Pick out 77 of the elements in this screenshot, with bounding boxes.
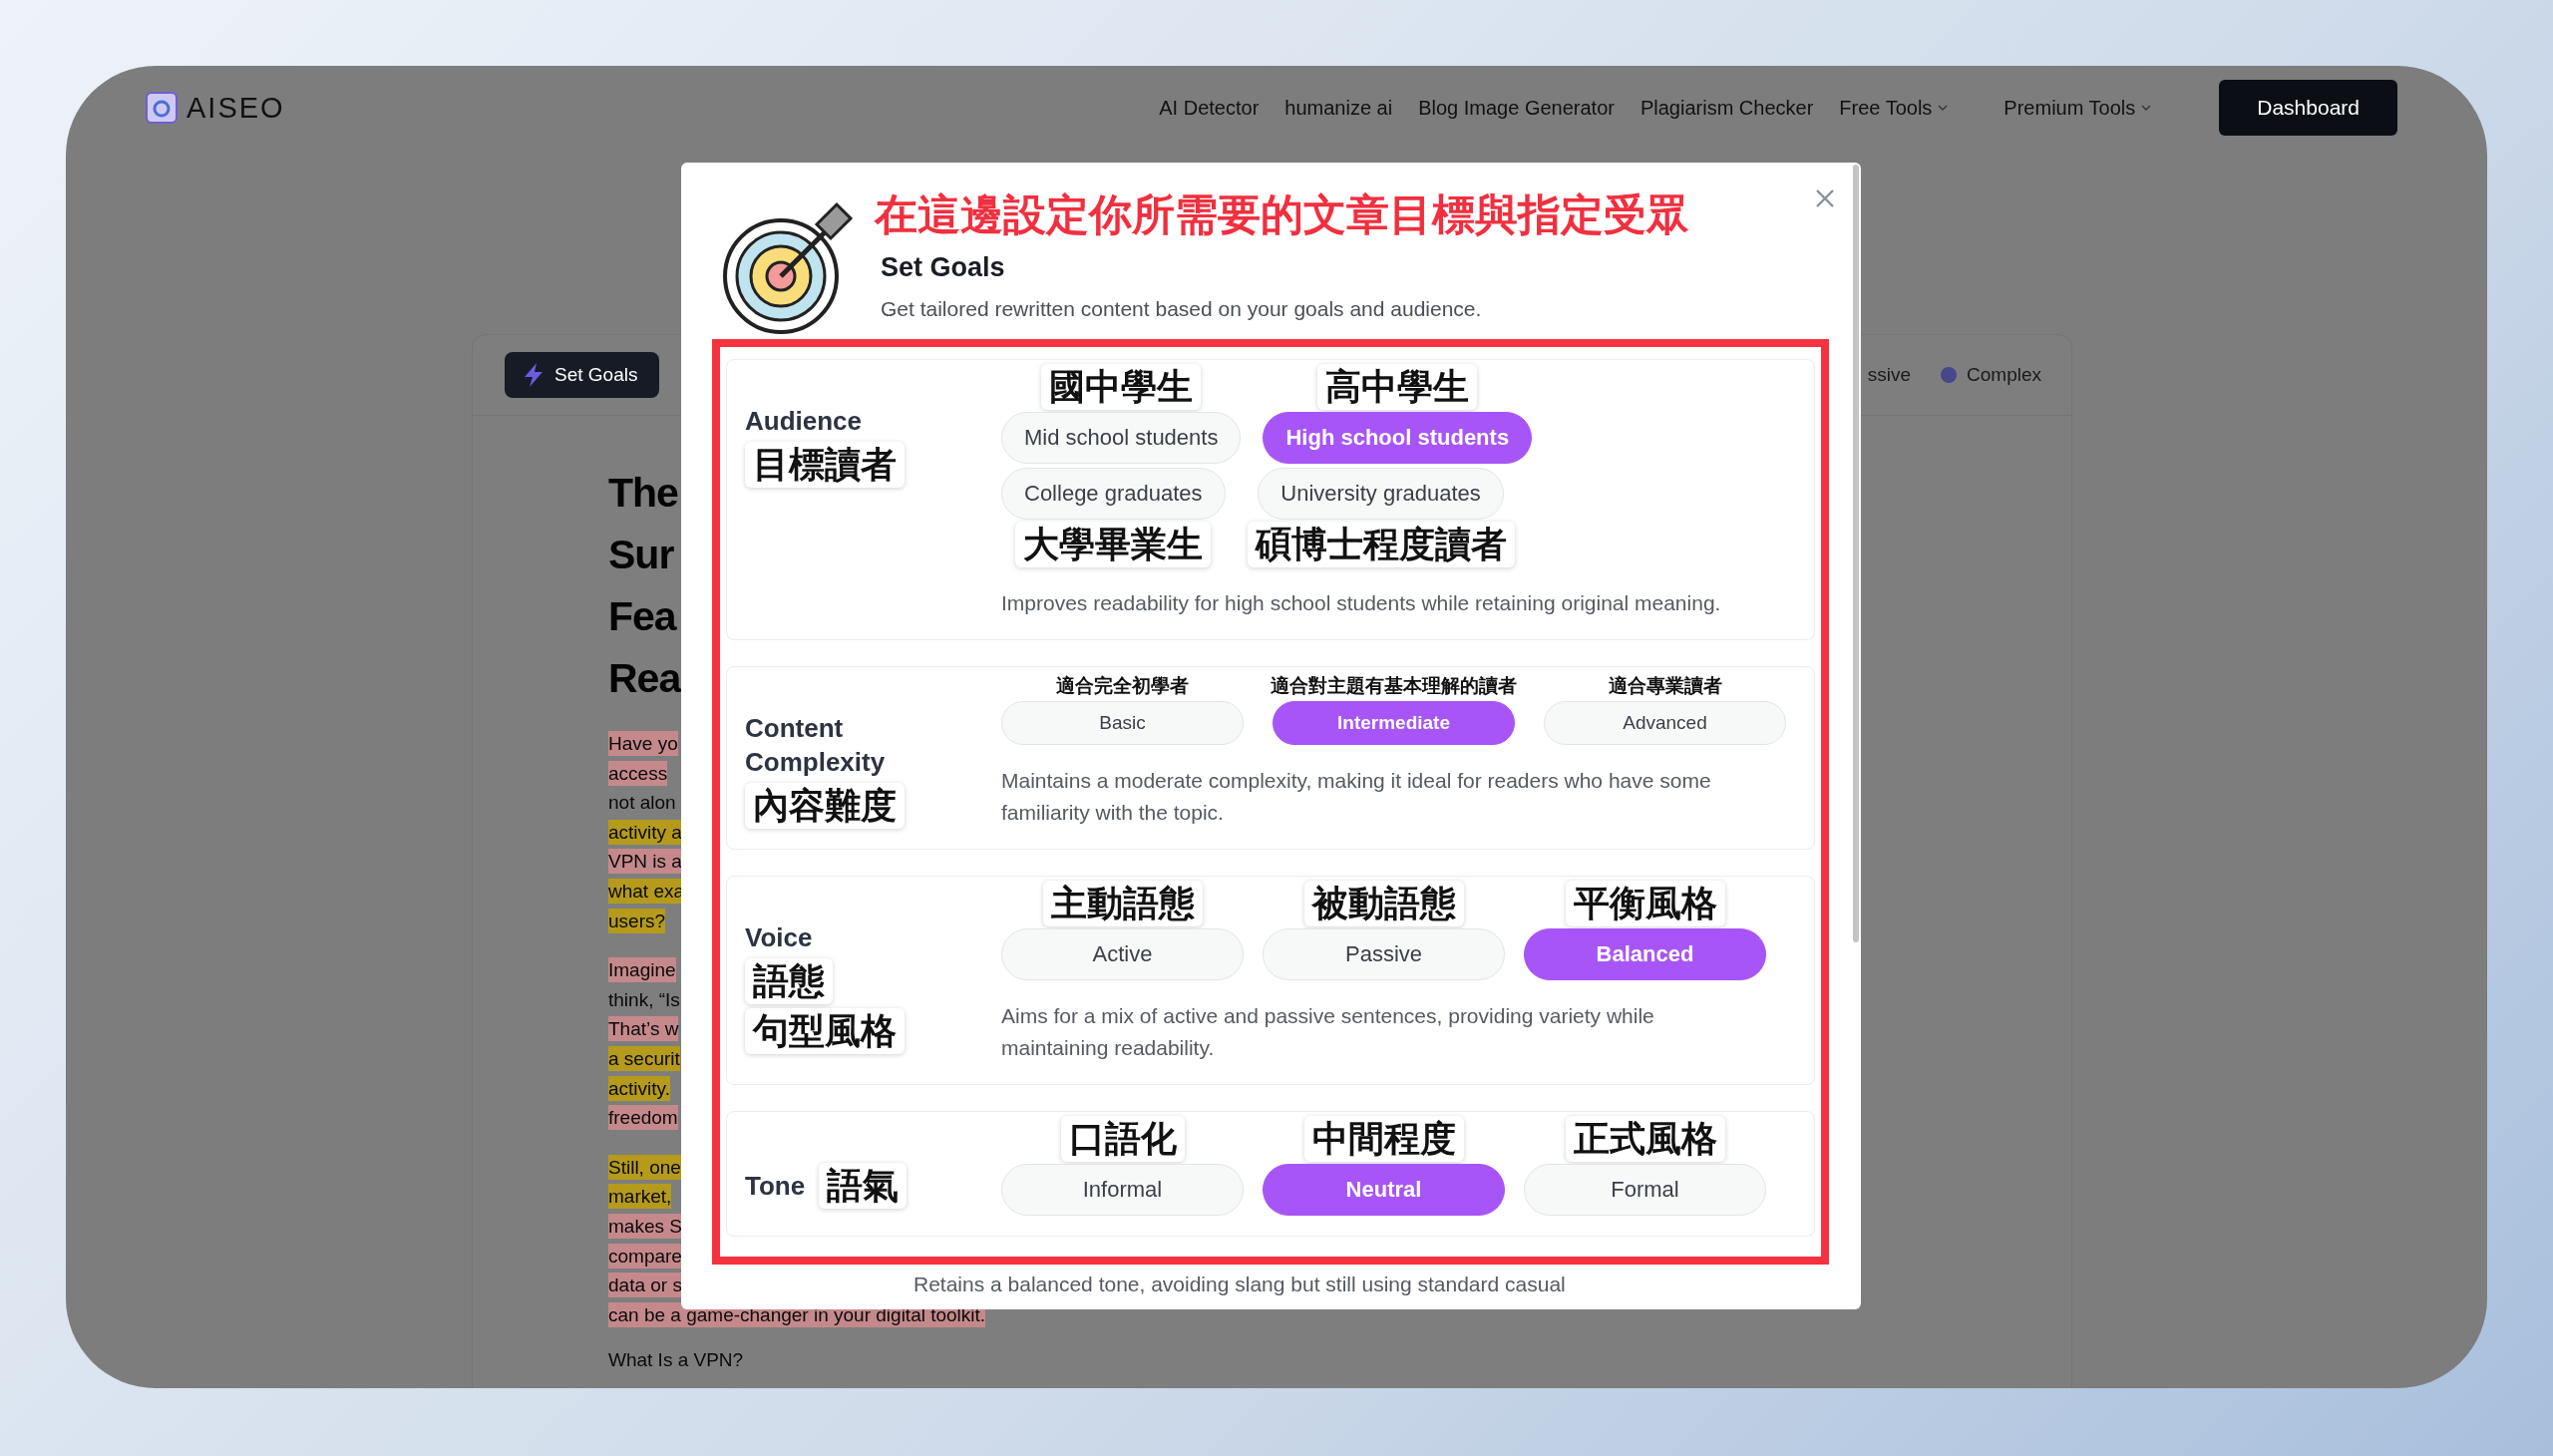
option-pill[interactable]: Advanced: [1544, 701, 1786, 745]
annotation-label: 語態: [745, 958, 833, 1004]
article-text: Have yo: [608, 731, 678, 756]
article-text: Still, one: [608, 1154, 681, 1180]
article-text: compare: [608, 1243, 682, 1269]
nav-link[interactable]: Plagiarism Checker: [1640, 96, 1814, 120]
annotation-label: 口語化: [1060, 1116, 1185, 1162]
article-text: VPN is a: [608, 849, 682, 875]
article-text: activity a: [608, 819, 682, 845]
annotation-label: 大學畢業生: [1015, 522, 1212, 567]
scrollbar-thumb[interactable]: [1853, 165, 1859, 942]
option-pill[interactable]: Neutral: [1263, 1164, 1505, 1216]
article-text: Imagine: [608, 957, 676, 983]
article-text: think, “Is: [608, 987, 680, 1012]
article-text: a securit: [608, 1045, 680, 1071]
option-pill[interactable]: Informal: [1001, 1164, 1244, 1216]
article-text: makes S: [608, 1213, 682, 1239]
option-pill[interactable]: Passive: [1263, 928, 1505, 980]
legend-label: ssive: [1867, 364, 1911, 386]
article-text: not alon: [608, 791, 676, 816]
annotation-label: 中間程度: [1303, 1116, 1464, 1162]
section-label: Tone: [745, 1170, 806, 1203]
lightning-icon: [523, 362, 545, 388]
caret-icon: [1938, 104, 1949, 112]
article-text: activity.: [608, 1075, 670, 1101]
article-title: Sur: [608, 531, 674, 579]
annotation-title: 在這邊設定你所需要的文章目標與指定受眾: [875, 188, 1689, 241]
dialog-title: Set Goals: [881, 252, 1006, 283]
article-text: That’s w: [608, 1016, 679, 1042]
section-label: Voice: [745, 921, 814, 954]
annotation-label: 高中學生: [1317, 364, 1478, 410]
annotation-label: 被動語態: [1303, 881, 1464, 926]
annotation-label: 主動語態: [1042, 881, 1203, 926]
legend-label: Complex: [1967, 364, 2041, 386]
article-title: Fea: [608, 592, 676, 641]
option-pill[interactable]: Basic: [1001, 701, 1244, 745]
option-pill[interactable]: Intermediate: [1273, 701, 1515, 745]
option-description: Aims for a mix of active and passive sentences, providing variety while maintaining readability.: [1001, 1003, 1655, 1061]
annotation-label: 國中學生: [1041, 364, 1202, 410]
logo-text: AISEO: [186, 91, 285, 125]
logo-icon: [145, 91, 179, 125]
section-label: Content Complexity: [745, 712, 887, 779]
article-heading: What Is a VPN?: [608, 1349, 744, 1372]
article-text: freedom: [608, 1105, 678, 1131]
annotation-label: 內容難度: [745, 783, 905, 829]
option-description: Maintains a moderate complexity, making it ideal for readers who have some familiarity with the topic.: [1001, 768, 1712, 826]
article-title: Rea: [608, 654, 681, 703]
option-pill[interactable]: University graduates: [1258, 468, 1504, 520]
nav-link[interactable]: AI Detector: [1159, 96, 1260, 120]
annotation-label: 碩博士程度讀者: [1247, 522, 1515, 567]
article-title: The: [608, 469, 678, 518]
annotation-label: 平衡風格: [1565, 881, 1725, 926]
option-description: Retains a balanced tone, avoiding slang but still using standard casual: [913, 1273, 1567, 1296]
nav-link[interactable]: humanize ai: [1284, 96, 1393, 120]
option-description: Improves readability for high school students while retaining original meaning.: [1001, 590, 1722, 616]
option-pill[interactable]: Mid school students: [1001, 412, 1242, 464]
caret-icon: [2141, 104, 2152, 112]
article-text: data or s: [608, 1273, 682, 1298]
option-pill[interactable]: Active: [1001, 928, 1244, 980]
section-label: Audience: [745, 405, 864, 438]
option-pill[interactable]: Balanced: [1524, 928, 1766, 980]
article-text: access: [608, 760, 668, 786]
annotation-label: 正式風格: [1565, 1116, 1725, 1162]
article-text: market,: [608, 1184, 672, 1210]
option-pill[interactable]: Formal: [1524, 1164, 1766, 1216]
article-text: users?: [608, 908, 666, 933]
nav-link[interactable]: Blog Image Generator: [1418, 96, 1615, 120]
annotation-label: 目標讀者: [745, 442, 905, 488]
set-goals-button[interactable]: Set Goals: [505, 352, 660, 398]
annotation-label: 句型風格: [745, 1008, 905, 1054]
dialog-subtitle: Get tailored rewritten content based on your goals and audience.: [881, 297, 1483, 321]
option-pill[interactable]: College graduates: [1001, 468, 1226, 520]
dashboard-button[interactable]: Dashboard: [2219, 80, 2397, 136]
annotation-label: 語氣: [819, 1163, 908, 1209]
nav-link[interactable]: Free Tools: [1839, 96, 1949, 120]
option-pill[interactable]: High school students: [1263, 412, 1533, 464]
nav-link[interactable]: Premium Tools: [2004, 96, 2152, 120]
